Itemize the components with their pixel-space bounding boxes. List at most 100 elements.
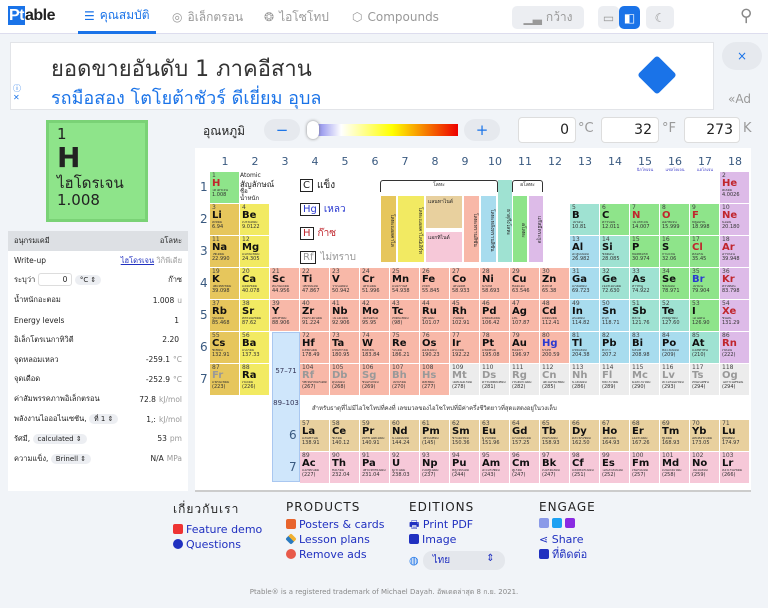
group-number[interactable]: 7 xyxy=(390,155,420,168)
category-md[interactable]: ธาตุกึ่งโลหะ xyxy=(498,180,512,262)
element-Sm[interactable]: 62 Sm ซาแมเรียม 150.36 xyxy=(450,420,479,451)
tab-compounds[interactable]: ⬡ Compounds xyxy=(346,0,445,34)
element-Y[interactable]: 39 Y อิตเทรียม 88.906 xyxy=(270,300,299,331)
element-Sg[interactable]: 106 Sg ซีบอร์เกียม (269) xyxy=(360,364,389,395)
element-Tl[interactable]: 81 Tl แทลเลียม 204.38 xyxy=(570,332,599,363)
element-Ge[interactable]: 32 Ge เจอร์เมเนียม 72.630 xyxy=(600,268,629,299)
image-link[interactable]: Image xyxy=(409,532,505,547)
element-O[interactable]: 8 O ออกซิเจน 15.999 xyxy=(660,204,689,235)
print-pdf-link[interactable]: 🖶 Print PDF xyxy=(409,517,505,532)
element-Lr[interactable]: 103 Lr ลอว์เรนเซียม (266) xyxy=(720,452,749,483)
element-Pt[interactable]: 78 Pt แพลทินัม 195.08 xyxy=(480,332,509,363)
element-Be[interactable]: 4 Be เบริลเลียม 9.0122 xyxy=(240,204,269,235)
element-Mo[interactable]: 42 Mo โมลิบดีนัม 95.95 xyxy=(360,300,389,331)
element-Co[interactable]: 27 Co โคบอลต์ 58.933 xyxy=(450,268,479,299)
element-Fl[interactable]: 114 Fl ฟลีโรเวียม (289) xyxy=(600,364,629,395)
search-icon[interactable]: ⚲ xyxy=(740,6,752,26)
period-number[interactable]: 5 xyxy=(200,308,210,322)
element-Yb[interactable]: 70 Yb อิตเทอร์เบียม 173.05 xyxy=(690,420,719,451)
element-Sn[interactable]: 50 Sn ดีบุก 118.71 xyxy=(600,300,629,331)
element-Es[interactable]: 99 Es ไอน์สไตเนียม (252) xyxy=(600,452,629,483)
dark-mode-button[interactable]: ☾ xyxy=(646,6,674,29)
element-Gd[interactable]: 64 Gd แกโดลิเนียม 157.25 xyxy=(510,420,539,451)
element-Zn[interactable]: 30 Zn สังกะสี 65.38 xyxy=(540,268,569,299)
celsius-input[interactable]: 0 xyxy=(518,117,576,143)
ad-headline[interactable]: ยอดขายอันดับ 1 ภาคอีสาน xyxy=(51,51,312,86)
element-Dy[interactable]: 66 Dy ดิสโพรเซียม 162.50 xyxy=(570,420,599,451)
category-pt[interactable]: โลหะหลังทรานสิชัน xyxy=(481,196,496,262)
element-Bh[interactable]: 107 Bh โบห์เรียม (270) xyxy=(390,364,419,395)
element-Rb[interactable]: 37 Rb รูบิเดียม 85.468 xyxy=(210,300,239,331)
element-Hs[interactable]: 108 Hs ฮัสเซียม (277) xyxy=(420,364,449,395)
category-ng[interactable]: แก๊สมีตระกูล xyxy=(529,196,543,262)
state-legend-item[interactable]: H ก๊าซ xyxy=(300,226,336,241)
category-ac[interactable]: แอกทิไนด์ xyxy=(426,232,462,262)
element-Rg[interactable]: 111 Rg เรินต์เกเนียม (282) xyxy=(510,364,539,395)
element-Cs[interactable]: 55 Cs ซีเซียม 132.91 xyxy=(210,332,239,363)
element-Lu[interactable]: 71 Lu ลูทีเทียม 174.97 xyxy=(720,420,749,451)
element-Al[interactable]: 13 Al อะลูมิเนียม 26.982 xyxy=(570,236,599,267)
category-la[interactable]: แลนทาไนด์ xyxy=(426,196,462,228)
group-number[interactable]: 8 xyxy=(420,155,450,168)
language-select[interactable]: ไทย ⇕ xyxy=(422,551,505,570)
questions-link[interactable]: Questions xyxy=(173,537,262,552)
temp-increase-button[interactable]: + xyxy=(464,119,500,141)
element-Se[interactable]: 34 Se ซีลีเนียม 78.971 xyxy=(660,268,689,299)
element-Cu[interactable]: 29 Cu ทองแดง 63.546 xyxy=(510,268,539,299)
element-Ce[interactable]: 58 Ce ซีเรียม 140.12 xyxy=(330,420,359,451)
element-Ar[interactable]: 18 Ar อาร์กอน 39.948 xyxy=(720,236,749,267)
temp-decrease-button[interactable]: − xyxy=(264,119,300,141)
element-Ca[interactable]: 20 Ca แคลเซียม 40.078 xyxy=(240,268,269,299)
element-Ru[interactable]: 44 Ru รูทีเนียม 101.07 xyxy=(420,300,449,331)
group-number[interactable]: 5 xyxy=(330,155,360,168)
element-Os[interactable]: 76 Os ออสเมียม 190.23 xyxy=(420,332,449,363)
element-Fe[interactable]: 26 Fe เหล็ก 55.845 xyxy=(420,268,449,299)
period-number[interactable]: 4 xyxy=(200,276,210,290)
element-He[interactable]: 2 He ฮีเลียม 4.0026 xyxy=(720,172,749,203)
element-Tc[interactable]: 43 Tc เทคนีเชียม (98) xyxy=(390,300,419,331)
period-number[interactable]: 6 xyxy=(200,340,210,354)
element-Db[interactable]: 105 Db ดุบเนียม (268) xyxy=(330,364,359,395)
element-Mg[interactable]: 12 Mg แมกนีเซียม 24.305 xyxy=(240,236,269,267)
state-legend-item[interactable]: Rf ไม่ทราบ xyxy=(300,250,356,265)
element-U[interactable]: 92 U ยูเรเนียม 238.03 xyxy=(390,452,419,483)
element-Sr[interactable]: 38 Sr สตรอนเซียม 87.62 xyxy=(240,300,269,331)
element-Kr[interactable]: 36 Kr คริปทอน 83.798 xyxy=(720,268,749,299)
element-Cn[interactable]: 112 Cn โคเปอร์นิเซียม (285) xyxy=(540,364,569,395)
element-Ds[interactable]: 110 Ds ดาร์มสตัดเทียม (281) xyxy=(480,364,509,395)
lesson-plans-link[interactable]: Lesson plans xyxy=(285,532,384,547)
element-Ho[interactable]: 67 Ho โฮลเมียม 164.93 xyxy=(600,420,629,451)
element-Ne[interactable]: 10 Ne นีออน 20.180 xyxy=(720,204,749,235)
element-K[interactable]: 19 K โพแทสเซียม 39.098 xyxy=(210,268,239,299)
element-Er[interactable]: 68 Er เออร์เบียม 167.26 xyxy=(630,420,659,451)
period-number[interactable]: 7 xyxy=(200,372,210,386)
period-number[interactable]: 1 xyxy=(200,180,210,194)
element-Md[interactable]: 101 Md เมนเดลีเวียม (258) xyxy=(660,452,689,483)
ad-info-icon[interactable]: ⓘ ✕ xyxy=(13,84,21,103)
element-Zr[interactable]: 40 Zr เซอร์โคเนียม 91.224 xyxy=(300,300,329,331)
group-number[interactable]: 4 xyxy=(300,155,330,168)
writeup-link[interactable]: ไฮโดรเจน xyxy=(121,256,154,265)
ad-close-button[interactable]: × xyxy=(722,42,762,70)
feature-demo-link[interactable]: Feature demo xyxy=(173,522,262,537)
element-Nd[interactable]: 60 Nd นีโอดิเมียม 144.24 xyxy=(390,420,419,451)
element-F[interactable]: 9 F ฟลูออรีน 18.998 xyxy=(690,204,719,235)
element-C[interactable]: 6 C คาร์บอน 12.011 xyxy=(600,204,629,235)
element-Nh[interactable]: 113 Nh นิโฮเนียม (286) xyxy=(570,364,599,395)
group-number[interactable]: 1 xyxy=(210,155,240,168)
element-Ir[interactable]: 77 Ir อิริเดียม 192.22 xyxy=(450,332,479,363)
group-number[interactable]: 14 xyxy=(600,155,630,168)
element-S[interactable]: 16 S กำมะถัน 32.06 xyxy=(660,236,689,267)
twitter-icon[interactable] xyxy=(552,518,562,528)
group-number[interactable]: 6 xyxy=(360,155,390,168)
element-At[interactable]: 85 At แอสทาทีน (210) xyxy=(690,332,719,363)
element-Eu[interactable]: 63 Eu ยูโรเพียม 151.96 xyxy=(480,420,509,451)
element-Bi[interactable]: 83 Bi บิสมัท 208.98 xyxy=(630,332,659,363)
element-Pb[interactable]: 82 Pb ตะกั่ว 207.2 xyxy=(600,332,629,363)
element-Mc[interactable]: 115 Mc มอสโกเวียม (290) xyxy=(630,364,659,395)
element-Pu[interactable]: 94 Pu พลูโทเนียม (244) xyxy=(450,452,479,483)
element-Te[interactable]: 52 Te เทลลูเรียม 127.60 xyxy=(660,300,689,331)
group-number[interactable]: 13 xyxy=(570,155,600,168)
wide-layout-button[interactable]: ▁▃ กว้าง xyxy=(512,6,584,29)
element-Np[interactable]: 93 Np เนปทูเนียม (237) xyxy=(420,452,449,483)
